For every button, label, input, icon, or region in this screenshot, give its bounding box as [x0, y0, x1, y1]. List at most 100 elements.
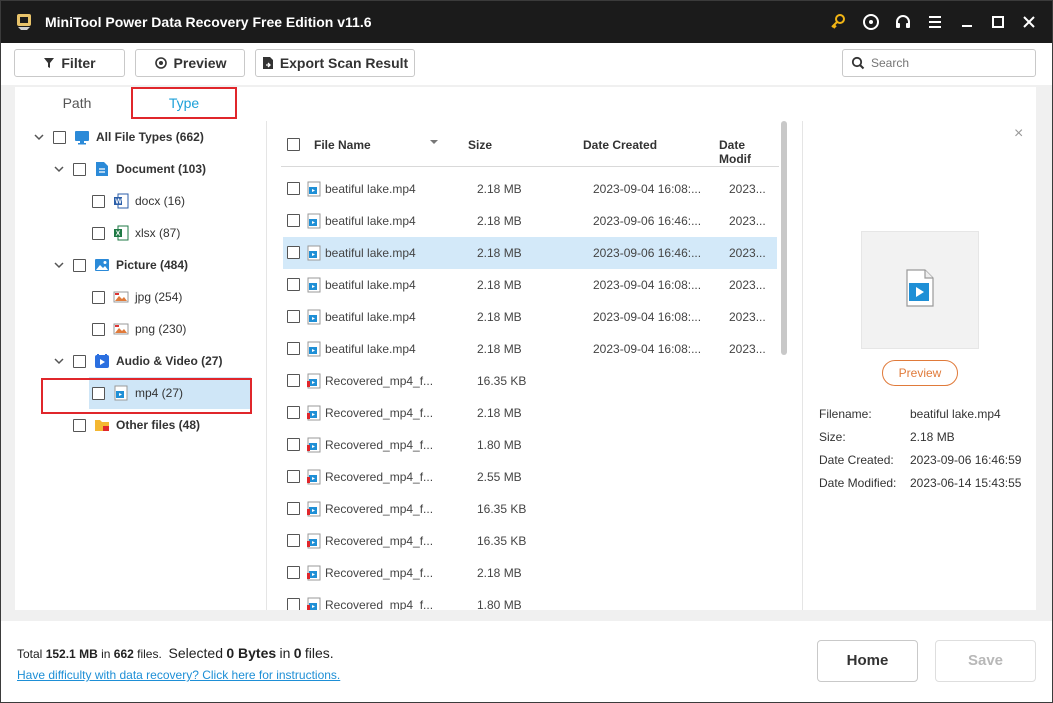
file-size: 16.35 KB [477, 374, 527, 388]
file-row[interactable]: Recovered_mp4_f... 2.18 MB [283, 557, 777, 589]
preview-button[interactable]: Preview [135, 49, 245, 77]
checkbox[interactable] [287, 598, 300, 610]
file-name: beatiful lake.mp4 [325, 342, 416, 356]
file-name: Recovered_mp4_f... [325, 470, 434, 484]
checkbox[interactable] [287, 502, 300, 515]
total-size: 152.1 MB [45, 647, 98, 661]
checkbox[interactable] [73, 258, 86, 272]
column-header-date-created[interactable]: Date Created [583, 138, 657, 152]
home-button[interactable]: Home [817, 640, 918, 682]
file-size: 16.35 KB [477, 534, 527, 548]
checkbox[interactable] [92, 322, 105, 336]
file-row[interactable]: Recovered_mp4_f... 2.55 MB [283, 461, 777, 493]
checkbox[interactable] [92, 290, 105, 304]
save-button[interactable]: Save [935, 640, 1036, 682]
detail-row: Size: 2.18 MB [819, 430, 1029, 453]
excel-icon: X [114, 225, 129, 241]
checkbox[interactable] [287, 374, 300, 387]
checkbox[interactable] [73, 354, 86, 368]
checkbox[interactable] [287, 534, 300, 547]
column-header-date-modified[interactable]: Date Modif [719, 138, 779, 166]
tree-item-xlsx[interactable]: X xlsx (87) [92, 217, 180, 249]
checkbox[interactable] [287, 406, 300, 419]
minimize-icon[interactable] [956, 11, 978, 33]
menu-icon[interactable] [924, 11, 946, 33]
close-icon[interactable] [1018, 11, 1040, 33]
checkbox[interactable] [287, 566, 300, 579]
search-box[interactable] [842, 49, 1036, 77]
checkbox[interactable] [287, 470, 300, 483]
tree-item-label: Document (103) [116, 162, 207, 176]
checkbox[interactable] [73, 418, 86, 432]
chevron-down-icon[interactable] [53, 163, 65, 175]
file-row[interactable]: beatiful lake.mp4 2.18 MB 2023-09-04 16:08… [283, 269, 777, 301]
chevron-down-icon[interactable] [33, 131, 45, 143]
file-row[interactable]: Recovered_mp4_f... 1.80 MB [283, 589, 777, 610]
tree-item-label: png (230) [135, 322, 187, 336]
file-name: beatiful lake.mp4 [325, 214, 416, 228]
column-header-size[interactable]: Size [468, 138, 492, 152]
tree-item-document[interactable]: Document (103) [53, 153, 206, 185]
close-preview-icon[interactable]: × [1014, 125, 1023, 143]
summary-text: in [101, 647, 111, 661]
file-row[interactable]: beatiful lake.mp4 2.18 MB 2023-09-06 16:46… [283, 205, 777, 237]
detail-key: Date Created: [819, 453, 894, 467]
file-size: 2.18 MB [477, 406, 522, 420]
search-input[interactable] [871, 54, 1029, 72]
tree-item-jpg[interactable]: jpg (254) [92, 281, 182, 313]
summary-text: Selected [168, 645, 223, 661]
checkbox[interactable] [287, 310, 300, 323]
help-link[interactable]: Have difficulty with data recovery? Clic… [17, 668, 340, 682]
video-file-icon [307, 213, 321, 229]
file-row[interactable]: Recovered_mp4_f... 1.80 MB [283, 429, 777, 461]
filter-button[interactable]: Filter [14, 49, 125, 77]
app-logo-icon [17, 14, 31, 30]
summary-text: in [279, 645, 291, 661]
checkbox[interactable] [287, 214, 300, 227]
file-row[interactable]: beatiful lake.mp4 2.18 MB 2023-09-04 16:08… [283, 173, 777, 205]
file-row[interactable]: Recovered_mp4_f... 16.35 KB [283, 493, 777, 525]
chevron-down-icon[interactable] [53, 355, 65, 367]
checkbox[interactable] [92, 226, 105, 240]
checkbox[interactable] [92, 194, 105, 208]
file-row[interactable]: Recovered_mp4_f... 16.35 KB [283, 525, 777, 557]
chevron-down-icon[interactable] [53, 259, 65, 271]
preview-file-button[interactable]: Preview [882, 360, 958, 386]
checkbox[interactable] [287, 182, 300, 195]
scrollbar-thumb[interactable] [781, 121, 787, 355]
file-row[interactable]: beatiful lake.mp4 2.18 MB 2023-09-06 16:46… [283, 237, 777, 269]
tree-item-picture[interactable]: Picture (484) [53, 249, 188, 281]
checkbox[interactable] [287, 438, 300, 451]
select-all-checkbox[interactable] [287, 138, 300, 151]
video-file-icon [307, 597, 321, 610]
checkbox[interactable] [287, 246, 300, 259]
key-icon[interactable] [827, 11, 849, 33]
disc-icon[interactable] [860, 11, 882, 33]
column-header-file-name[interactable]: File Name [314, 138, 371, 152]
sort-down-icon[interactable] [429, 138, 439, 146]
checkbox[interactable] [287, 342, 300, 355]
tree-item-all-file-types[interactable]: All File Types (662) [33, 121, 204, 153]
tree-item-docx[interactable]: W docx (16) [92, 185, 185, 217]
headset-icon[interactable] [892, 11, 914, 33]
file-size: 16.35 KB [477, 502, 527, 516]
word-icon: W [114, 193, 129, 209]
file-row[interactable]: Recovered_mp4_f... 2.18 MB [283, 397, 777, 429]
maximize-icon[interactable] [987, 11, 1009, 33]
window-title: MiniTool Power Data Recovery Free Editio… [45, 14, 372, 30]
file-row[interactable]: beatiful lake.mp4 2.18 MB 2023-09-04 16:08… [283, 301, 777, 333]
tab-type[interactable]: Type [131, 87, 237, 119]
checkbox[interactable] [53, 130, 66, 144]
file-list: File Name Size Date Created Date Modif b… [281, 121, 781, 610]
tab-path[interactable]: Path [37, 87, 117, 119]
vertical-scrollbar[interactable] [780, 121, 788, 610]
file-row[interactable]: beatiful lake.mp4 2.18 MB 2023-09-04 16:08… [283, 333, 777, 365]
tree-item-png[interactable]: png (230) [92, 313, 186, 345]
file-row[interactable]: Recovered_mp4_f... 16.35 KB [283, 365, 777, 397]
export-scan-result-button[interactable]: Export Scan Result [255, 49, 415, 77]
checkbox[interactable] [287, 278, 300, 291]
checkbox[interactable] [73, 162, 86, 176]
tree-item-label: Other files (48) [116, 418, 201, 432]
summary-text: files. [304, 645, 334, 661]
tree-item-audio-video[interactable]: Audio & Video (27) [53, 345, 222, 377]
